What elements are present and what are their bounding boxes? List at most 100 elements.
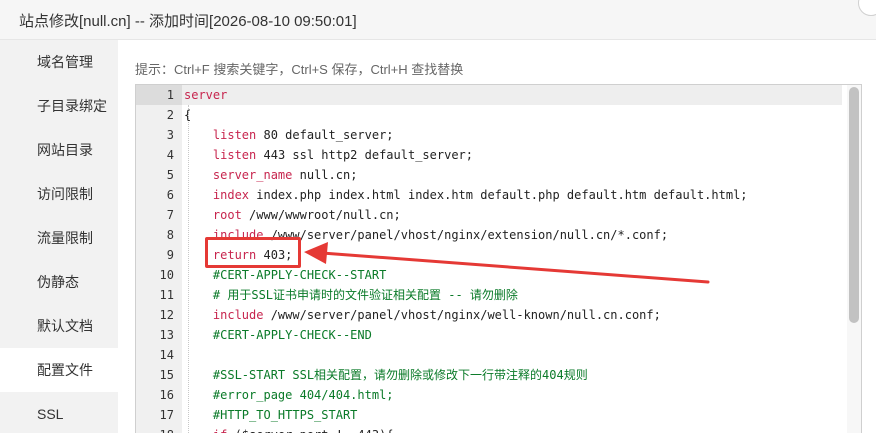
code-value: /www/server/panel/vhost/nginx/extension/… [263,228,669,242]
code-keyword: listen [212,128,257,142]
sidebar: 域名管理 子目录绑定 网站目录 访问限制 流量限制 伪静态 默认文档 配置文件 SSL [0,40,120,436]
code-text: #error_page 404/404.html; [184,385,394,405]
code-value: /www/server/panel/vhost/nginx/well-known… [263,308,661,322]
code-line: 15 #SSL-START SSL相关配置，请勿删除或修改下一行带注释的404规… [136,365,846,385]
line-number: 7 [166,208,174,222]
code-value: 80 default_server; [256,128,394,142]
code-comment: #SSL-START SSL相关配置，请勿删除或修改下一行带注释的404规则 [212,368,588,382]
dialog-titlebar: 站点修改[null.cn] -- 添加时间[2026-08-10 09:50:0… [0,0,876,40]
line-number: 18 [136,425,174,433]
line-number: 14 [159,348,174,362]
code-value: index.php index.html index.htm default.p… [249,188,748,202]
line-number: 4 [166,148,174,162]
code-keyword: server_name [212,168,293,182]
code-text: #HTTP_TO_HTTPS_START [184,405,358,425]
code-line: 7 root /www/wwwroot/null.cn; [136,205,846,225]
code-line: 10 #CERT-APPLY-CHECK--START [136,265,846,285]
dialog-title: 站点修改[null.cn] -- 添加时间[2026-08-10 09:50:0… [19,13,357,30]
code-value: ($server_port !~ 443){ [227,428,394,433]
code-line: 5 server_name null.cn; [136,165,846,185]
close-icon[interactable] [858,0,876,16]
line-number: 15 [159,368,174,382]
line-number: 12 [159,308,174,322]
code-text: listen 80 default_server; [184,125,394,145]
code-text: index index.php index.html index.htm def… [184,185,748,205]
code-value: /www/wwwroot/null.cn; [241,208,401,222]
code-text: root /www/wwwroot/null.cn; [184,205,401,225]
line-number: 3 [166,128,174,142]
code-text: listen 443 ssl http2 default_server; [184,145,473,165]
code-comment: #HTTP_TO_HTTPS_START [212,408,358,422]
code-comment: #error_page 404/404.html; [212,388,394,402]
code-text: #SSL-START SSL相关配置，请勿删除或修改下一行带注释的404规则 [184,365,588,385]
code-value: 443 ssl http2 default_server; [256,148,474,162]
code-line: 14 [136,345,846,365]
code-line: 1 server [136,85,846,105]
code-text: # 用于SSL证书申请时的文件验证相关配置 -- 请勿删除 [184,285,518,305]
code-keyword: root [212,208,242,222]
code-line: 16 #error_page 404/404.html; [136,385,846,405]
line-number: 13 [159,328,174,342]
sidebar-item[interactable]: 访问限制 [0,172,118,216]
sidebar-item[interactable]: 伪静态 [0,260,118,304]
code-line: 12 include /www/server/panel/vhost/nginx… [136,305,846,325]
code-text: if ($server_port !~ 443){ [184,425,394,433]
line-number: 11 [159,288,174,302]
code-line: 2{ [136,105,846,125]
sidebar-item[interactable]: 配置文件 [0,348,120,392]
code-text: #CERT-APPLY-CHECK--START [184,265,386,285]
code-keyword: include [212,308,264,322]
code-line: 18 if ($server_port !~ 443){ [136,425,846,433]
code-text: server [184,85,227,105]
line-number: 5 [166,168,174,182]
editor-hint: 提示：Ctrl+F 搜索关键字，Ctrl+S 保存，Ctrl+H 查找替换 [135,62,464,77]
code-keyword: if [213,428,227,433]
code-line: 13 #CERT-APPLY-CHECK--END [136,325,846,345]
sidebar-item[interactable]: 子目录绑定 [0,84,118,128]
sidebar-item[interactable]: 流量限制 [0,216,118,260]
code-value: { [184,108,192,122]
highlight-box-annotation [205,237,301,268]
code-text: { [184,105,191,125]
code-line: 3 listen 80 default_server; [136,125,846,145]
code-comment: #CERT-APPLY-CHECK--START [212,268,387,282]
code-line: 6 index index.php index.html index.htm d… [136,185,846,205]
line-number: 16 [159,388,174,402]
code-line: 11 # 用于SSL证书申请时的文件验证相关配置 -- 请勿删除 [136,285,846,305]
line-number: 9 [166,248,174,262]
line-number: 17 [159,408,174,422]
line-number: 10 [159,268,174,282]
code-keyword: listen [212,148,257,162]
code-keyword: index [212,188,250,202]
line-number: 2 [166,108,174,122]
code-text: server_name null.cn; [184,165,358,185]
line-number: 1 [166,88,174,102]
sidebar-item[interactable]: 域名管理 [0,40,118,84]
sidebar-item[interactable]: 网站目录 [0,128,118,172]
code-value: null.cn; [292,168,358,182]
editor-scroll-thumb[interactable] [849,87,859,323]
code-line: 4 listen 443 ssl http2 default_server; [136,145,846,165]
code-text: include /www/server/panel/vhost/nginx/we… [184,305,661,325]
sidebar-item[interactable]: SSL [0,392,118,436]
editor-scrollbar[interactable] [847,85,861,433]
line-number: 8 [166,228,174,242]
code-line: 17 #HTTP_TO_HTTPS_START [136,405,846,425]
code-text: #CERT-APPLY-CHECK--END [184,325,372,345]
sidebar-item[interactable]: 默认文档 [0,304,118,348]
line-number: 6 [166,188,174,202]
code-comment: # 用于SSL证书申请时的文件验证相关配置 -- 请勿删除 [212,288,518,302]
